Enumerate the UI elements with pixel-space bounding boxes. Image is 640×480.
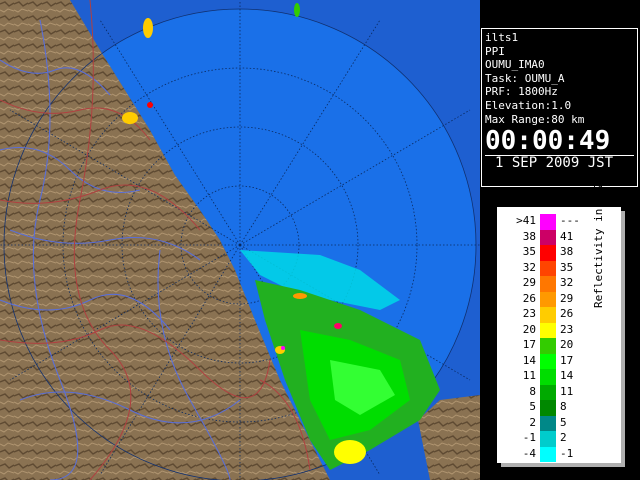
- legend-color-swatch: [540, 353, 556, 369]
- legend-high-value: 2: [560, 431, 567, 444]
- legend-high-value: 29: [560, 291, 574, 305]
- legend-high-value: 23: [560, 322, 574, 336]
- legend-row: 20 23: [498, 322, 598, 338]
- scan-date: 1 SEP 2009 JST: [485, 155, 634, 171]
- task-name: Task: OUMU_A: [485, 71, 565, 85]
- legend-row: 35 38: [498, 245, 598, 261]
- legend-high-value: 11: [560, 384, 574, 398]
- legend-low-value: -1: [522, 431, 536, 444]
- legend-high-value: 41: [560, 229, 574, 243]
- legend-color-swatch: [540, 245, 556, 261]
- legend-low-value: 35: [522, 245, 536, 258]
- radar-info-panel: ilts1 PPI OUMU_IMA0 Task: OUMU_A PRF: 18…: [481, 28, 638, 187]
- legend-high-value: 26: [560, 307, 574, 320]
- legend-row: 25: [498, 415, 598, 431]
- legend-row: 17 20: [498, 338, 598, 354]
- legend-color-swatch: [540, 338, 556, 354]
- radar-ppi-display[interactable]: [0, 0, 480, 480]
- legend-color-swatch: [540, 260, 556, 276]
- legend-low-value: 38: [522, 229, 536, 243]
- reflectivity-legend: >41 --- 38 41 35 38 32 35 29 32 26 29 23 26 20 23 17 20 14…: [497, 182, 621, 463]
- legend-low-value: 23: [522, 307, 536, 320]
- legend-row: 26 29: [498, 291, 598, 307]
- legend-row: 29 32: [498, 276, 598, 292]
- legend-color-swatch: [540, 446, 556, 462]
- legend-row: 32 35: [498, 260, 598, 276]
- legend-low-value: 8: [529, 384, 536, 398]
- legend-row: -4 -1: [498, 446, 598, 462]
- legend-row: 14 17: [498, 353, 598, 369]
- product-name: OUMU_IMA0: [485, 58, 545, 72]
- legend-color-swatch: [540, 291, 556, 307]
- legend-row: -1 2: [498, 431, 598, 447]
- legend-color-swatch: [540, 400, 556, 416]
- legend-high-value: 14: [560, 369, 574, 382]
- prf-value: PRF: 1800Hz: [485, 85, 558, 99]
- legend-high-value: 32: [560, 276, 574, 289]
- scan-time: 00:00:49: [485, 126, 611, 157]
- legend-row: 58: [498, 400, 598, 416]
- legend-row: >41 ---: [498, 214, 598, 230]
- legend-row: 11 14: [498, 369, 598, 385]
- legend-low-value: 26: [522, 291, 536, 305]
- legend-low-value: 11: [522, 369, 536, 382]
- legend-color-swatch: [540, 276, 556, 292]
- legend-row: 8 11: [498, 384, 598, 400]
- legend-color-swatch: [540, 369, 556, 385]
- legend-low-value: 5: [529, 400, 536, 413]
- legend-title: Reflectivity in dBZ: [592, 182, 606, 308]
- legend-high-value: 5: [560, 415, 567, 429]
- radar-viewer: ilts1 PPI OUMU_IMA0 Task: OUMU_A PRF: 18…: [0, 0, 640, 480]
- legend-color-swatch: [540, 322, 556, 338]
- legend-color-swatch: [540, 307, 556, 323]
- legend-low-value: 14: [522, 353, 536, 367]
- legend-color-swatch: [540, 214, 556, 230]
- site-id: ilts1: [485, 31, 519, 44]
- legend-high-value: 17: [560, 353, 574, 367]
- legend-high-value: 38: [560, 245, 574, 258]
- legend-color-swatch: [540, 384, 556, 400]
- legend-high-value: ---: [560, 214, 580, 227]
- legend-color-swatch: [540, 415, 556, 431]
- legend-high-value: -1: [560, 446, 574, 460]
- legend-low-value: >41: [516, 214, 536, 227]
- legend-low-value: 2: [529, 415, 536, 429]
- legend-low-value: 32: [522, 260, 536, 274]
- elevation-value: Elevation:1.0: [485, 98, 572, 112]
- legend-low-value: 20: [522, 322, 536, 336]
- legend-high-value: 8: [560, 400, 567, 413]
- legend-color-swatch: [540, 229, 556, 245]
- legend-row: 23 26: [498, 307, 598, 323]
- legend-low-value: 17: [522, 338, 536, 351]
- legend-color-swatch: [540, 431, 556, 447]
- legend-high-value: 35: [560, 260, 574, 274]
- legend-row: 38 41: [498, 229, 598, 245]
- scan-mode: PPI: [485, 44, 505, 58]
- legend-high-value: 20: [560, 338, 574, 351]
- legend-low-value: -4: [522, 446, 536, 460]
- max-range-value: Max Range:80 km: [485, 112, 585, 126]
- legend-low-value: 29: [522, 276, 536, 289]
